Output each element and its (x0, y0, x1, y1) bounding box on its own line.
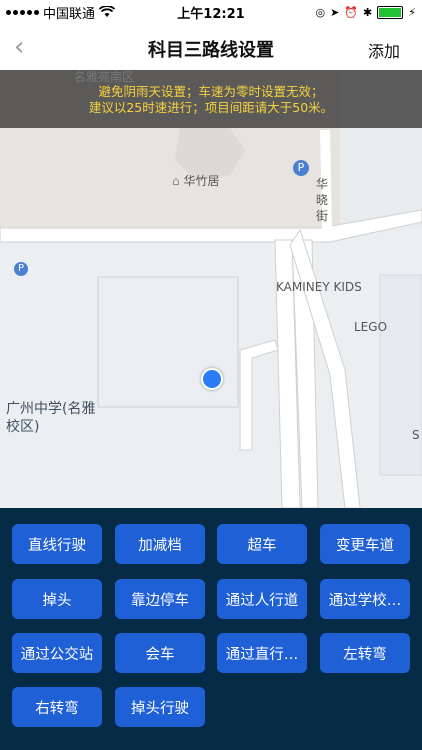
poi-mingya: 名雅苑南区 (74, 70, 135, 84)
bluetooth-icon: ✱ (363, 5, 373, 19)
current-location-icon (201, 368, 223, 390)
item-button-bus-stop[interactable]: 通过公交站 (12, 633, 102, 673)
status-bar: 中国联通 上午12:21 ◎ ➤ ⏰ ✱ ⚡ (0, 0, 422, 24)
poi-lego: LEGO (354, 320, 388, 334)
add-button[interactable]: 添加 (368, 38, 400, 62)
item-button-uturn-drive[interactable]: 掉头行驶 (115, 687, 205, 727)
location-arrow-icon: ➤ (330, 5, 340, 19)
item-button-right-turn[interactable]: 右转弯 (12, 687, 102, 727)
item-button-crosswalk[interactable]: 通过人行道 (217, 579, 307, 619)
map-view[interactable]: 避免阴雨天设置；车速为零时设置无效； 建议以25时速进行；项目间距请大于50米。… (0, 70, 422, 508)
alarm-icon: ⏰ (344, 5, 359, 19)
item-button-school-zone[interactable]: 通过学校… (320, 579, 410, 619)
parking-icon: P (14, 262, 28, 276)
charging-icon: ⚡ (408, 5, 416, 19)
notice-line-2: 建议以25时速进行；项目间距请大于50米。 (88, 100, 334, 115)
item-button-overtake[interactable]: 超车 (217, 524, 307, 564)
poi-huaxiaojie: 华晓街 (316, 177, 329, 223)
item-button-straight[interactable]: 直线行驶 (12, 524, 102, 564)
item-button-straight-intersection[interactable]: 通过直行… (217, 633, 307, 673)
poi-huazhuju-label: 华竹居 (183, 174, 220, 188)
poi-huazhuju: ⌂ 华竹居 (172, 172, 219, 189)
item-button-left-turn[interactable]: 左转弯 (320, 633, 410, 673)
item-button-gear[interactable]: 加减档 (115, 524, 205, 564)
page-title: 科目三路线设置 (148, 40, 274, 61)
poi-s: S (412, 428, 420, 442)
notice-banner: 避免阴雨天设置；车速为零时设置无效； 建议以25时速进行；项目间距请大于50米。 (0, 70, 422, 128)
item-button-meeting[interactable]: 会车 (115, 633, 205, 673)
lock-rotation-icon: ◎ (315, 5, 326, 19)
item-button-uturn[interactable]: 掉头 (12, 579, 102, 619)
poi-kaminey: KAMINEY KIDS (276, 280, 362, 294)
item-button-lane-change[interactable]: 变更车道 (320, 524, 410, 564)
route-items-panel: 直线行驶 加减档 超车 变更车道 掉头 靠边停车 通过人行道 通过学校… 通过公… (0, 508, 422, 750)
parking-icon: P (293, 160, 309, 176)
battery-icon (377, 5, 404, 19)
notice-line-1: 避免阴雨天设置；车速为零时设置无效； (98, 84, 324, 99)
navigation-bar: ‹ 科目三路线设置 添加 (0, 24, 422, 70)
building-icon: ⌂ (172, 174, 180, 188)
poi-school: 广州中学(名雅校区) (6, 401, 96, 435)
item-button-pull-over[interactable]: 靠边停车 (115, 579, 205, 619)
